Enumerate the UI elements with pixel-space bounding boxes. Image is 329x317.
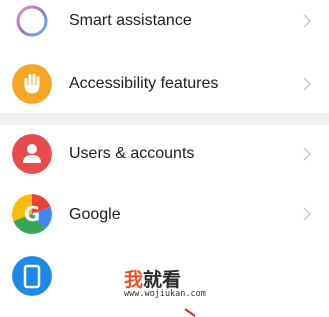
watermark-chars: 就看: [143, 269, 182, 291]
group-divider: [0, 113, 329, 125]
settings-item-users-accounts[interactable]: Users & accounts: [0, 125, 329, 185]
user-icon: [12, 134, 52, 174]
settings-item-accessibility-features[interactable]: Accessibility features: [0, 53, 329, 113]
settings-item-label: Smart assistance: [69, 12, 192, 29]
watermark: 我就看 www.wojiukan.com: [124, 265, 244, 305]
watermark-mark: [184, 308, 196, 317]
svg-text:G: G: [24, 202, 40, 226]
chevron-right-icon: [303, 207, 311, 221]
chevron-right-icon: [303, 14, 311, 28]
settings-item-google[interactable]: G Google: [0, 185, 329, 245]
watermark-char: 我: [124, 269, 144, 291]
settings-item-label: Users & accounts: [69, 145, 195, 162]
smart-assistance-icon: [16, 5, 48, 37]
settings-item-label: Accessibility features: [69, 75, 219, 92]
system-icon: [12, 256, 52, 296]
settings-screen: Smart assistance Accessibility features: [0, 0, 329, 317]
google-icon: G: [12, 194, 52, 234]
watermark-title: 我就看: [124, 265, 181, 292]
settings-item-label: Google: [69, 206, 121, 223]
hand-icon: [12, 64, 52, 104]
chevron-right-icon: [303, 77, 311, 91]
chevron-right-icon: [303, 147, 311, 161]
settings-item-smart-assistance[interactable]: Smart assistance: [0, 0, 329, 51]
watermark-url: www.wojiukan.com: [124, 289, 206, 299]
